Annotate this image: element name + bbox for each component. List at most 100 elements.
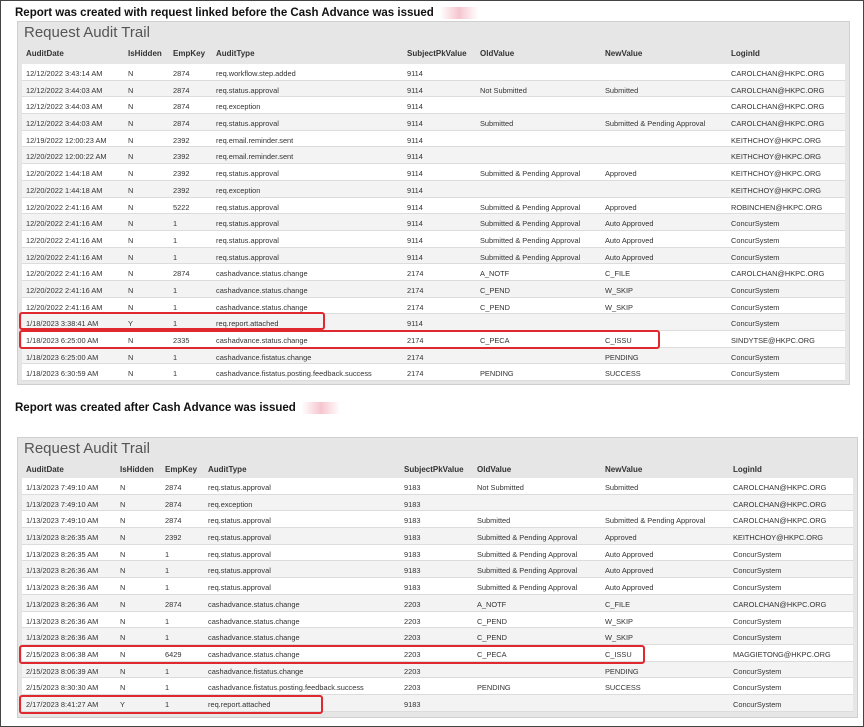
cell-empkey: 1 (165, 616, 170, 626)
table-row[interactable]: 2/15/2023 8:06:38 AM N 6429 cashadvance.sta… (22, 644, 853, 662)
table-row[interactable]: 12/20/2022 2:41:16 AM N 2874 cashadvance.st… (22, 264, 845, 281)
cell-oldvalue: C_PECA (480, 336, 510, 345)
table-row[interactable]: 12/12/2022 3:44:03 AM N 2874 req.exception 9… (22, 97, 845, 115)
table-row[interactable]: 1/13/2023 8:26:36 AM N 1 req.status.approva… (22, 561, 853, 579)
cell-subjectpk: 9114 (407, 69, 423, 78)
cell-newvalue: W_SKIP (605, 302, 633, 312)
table-row[interactable]: 1/13/2023 8:26:36 AM N 1 cashadvance.status… (22, 628, 853, 645)
cell-oldvalue: C_PEND (480, 285, 510, 295)
cell-empkey: 2874 (165, 483, 182, 492)
col-auditdate[interactable]: AuditDate (26, 465, 64, 474)
cell-loginid: ConcurSystem (733, 566, 782, 576)
table-row[interactable]: 12/20/2022 2:41:16 AM N 1 cashadvance.statu… (22, 297, 845, 315)
cell-subjectpk: 9114 (407, 185, 423, 195)
table-row[interactable]: 12/20/2022 2:41:16 AM N 1 req.status.approv… (22, 214, 845, 231)
cell-loginid: ConcurSystem (731, 219, 780, 229)
cell-auditdate: 1/18/2023 3:38:41 AM (26, 319, 99, 329)
table-row[interactable]: 1/13/2023 7:49:10 AM N 2874 req.status.appr… (22, 511, 853, 529)
table-row[interactable]: 1/13/2023 8:26:36 AM N 1 cashadvance.status… (22, 611, 853, 629)
cell-audittype: req.status.approval (208, 583, 271, 593)
cell-empkey: 2392 (173, 185, 190, 195)
cell-oldvalue: Not Submitted (480, 85, 527, 95)
cell-oldvalue: Submitted (480, 119, 514, 129)
heading-text: Report was created after Cash Advance wa… (15, 402, 296, 415)
cell-ishidden: Y (120, 699, 125, 709)
table-row[interactable]: 2/15/2023 8:06:39 AM N 1 cashadvance.fistat… (22, 661, 853, 679)
col-empkey[interactable]: EmpKey (165, 465, 197, 474)
col-audittype[interactable]: AuditType (216, 49, 255, 58)
cell-oldvalue: C_PECA (477, 649, 507, 659)
col-audittype[interactable]: AuditType (208, 465, 247, 474)
heading-text: Report was created with request linked b… (15, 7, 434, 20)
cell-loginid: ConcurSystem (733, 633, 782, 643)
cell-subjectpk: 2174 (407, 352, 424, 362)
cell-audittype: req.status.approval (216, 235, 279, 245)
table-row[interactable]: 12/20/2022 12:00:22 AM N 2392 req.email.rem… (22, 147, 845, 165)
cell-newvalue: C_ISSU (605, 649, 632, 659)
table-row[interactable]: 1/13/2023 7:49:10 AM N 2874 req.exception 91… (22, 494, 853, 512)
col-auditdate[interactable]: AuditDate (26, 49, 64, 58)
cell-audittype: cashadvance.status.change (216, 302, 308, 312)
cell-subjectpk: 9114 (407, 102, 423, 112)
cell-oldvalue: C_PEND (477, 616, 507, 626)
cell-auditdate: 1/13/2023 8:26:36 AM (26, 599, 99, 609)
table-row[interactable]: 1/18/2023 6:30:59 AM N 1 cashadvance.fistat… (22, 364, 845, 382)
cell-empkey: 2392 (173, 169, 190, 179)
table-row[interactable]: 12/20/2022 2:41:16 AM N 5222 req.status.app… (22, 197, 845, 215)
cell-empkey: 1 (173, 285, 178, 295)
table-row[interactable]: 12/20/2022 2:41:16 AM N 1 req.status.approv… (22, 247, 845, 265)
table-row[interactable]: 1/13/2023 8:26:36 AM N 2874 cashadvance.sta… (22, 594, 853, 612)
cell-subjectpk: 9183 (404, 549, 421, 559)
cell-audittype: req.exception (208, 499, 253, 509)
table-row[interactable]: 1/18/2023 6:25:00 AM N 2335 cashadvance.sta… (22, 331, 845, 348)
table-row[interactable]: 12/20/2022 1:44:18 AM N 2392 req.status.app… (22, 164, 845, 181)
table-row[interactable]: 1/13/2023 8:26:35 AM N 2392 req.status.appr… (22, 528, 853, 545)
cell-loginid: KEITHCHOY@HKPC.ORG (731, 152, 822, 162)
cell-auditdate: 1/13/2023 8:26:36 AM (26, 616, 99, 626)
cell-subjectpk: 2203 (404, 633, 421, 643)
cell-newvalue: SUCCESS (605, 369, 641, 379)
col-oldvalue[interactable]: OldValue (477, 465, 511, 474)
cell-auditdate: 2/15/2023 8:06:38 AM (26, 649, 99, 659)
col-newvalue[interactable]: NewValue (605, 465, 642, 474)
col-subjectpk[interactable]: SubjectPkValue (404, 465, 464, 474)
table-row[interactable]: 12/20/2022 2:41:16 AM N 1 req.status.approv… (22, 230, 845, 248)
table-row[interactable]: 1/13/2023 8:26:36 AM N 1 req.status.approva… (22, 578, 853, 595)
col-ishidden[interactable]: IsHidden (128, 49, 162, 58)
table-row[interactable]: 12/19/2022 12:00:23 AM N 2392 req.email.rem… (22, 130, 845, 148)
cell-ishidden: N (128, 252, 134, 262)
table-row[interactable]: 12/12/2022 3:44:03 AM N 2874 req.status.app… (22, 114, 845, 131)
col-newvalue[interactable]: NewValue (605, 49, 642, 58)
table-row[interactable]: 12/12/2022 3:44:03 AM N 2874 req.status.app… (22, 80, 845, 98)
table-row[interactable]: 12/20/2022 1:44:18 AM N 2392 req.exception 9… (22, 180, 845, 198)
table-row[interactable]: 12/20/2022 2:41:16 AM N 1 cashadvance.statu… (22, 280, 845, 298)
col-loginid[interactable]: LoginId (731, 49, 760, 58)
cell-audittype: cashadvance.fistatus.posting.feedback.su… (216, 369, 372, 379)
cell-loginid: CAROLCHAN@HKPC.ORG (731, 269, 825, 279)
col-oldvalue[interactable]: OldValue (480, 49, 514, 58)
table-row[interactable]: 2/17/2023 8:41:27 AM Y 1 req.report.attache… (22, 694, 853, 712)
cell-subjectpk: 9183 (404, 483, 421, 492)
cell-empkey: 1 (173, 252, 178, 262)
cell-audittype: req.status.approval (216, 202, 279, 212)
cell-loginid: SINDYTSE@HKPC.ORG (731, 336, 815, 345)
cell-subjectpk: 2203 (404, 683, 421, 693)
cell-audittype: req.report.attached (208, 699, 271, 709)
cell-audittype: req.email.reminder.sent (216, 135, 294, 145)
cell-ishidden: N (128, 369, 134, 379)
table-row[interactable]: 1/18/2023 6:25:00 AM N 1 cashadvance.fistat… (22, 347, 845, 365)
table-row[interactable]: 1/13/2023 8:26:35 AM N 1 req.status.approva… (22, 544, 853, 562)
col-subjectpk[interactable]: SubjectPkValue (407, 49, 467, 58)
cell-loginid: CAROLCHAN@HKPC.ORG (733, 599, 827, 609)
cell-loginid: KEITHCHOY@HKPC.ORG (733, 533, 824, 543)
col-ishidden[interactable]: IsHidden (120, 465, 154, 474)
cell-loginid: ConcurSystem (733, 616, 782, 626)
table-row[interactable]: 2/15/2023 8:30:30 AM N 1 cashadvance.fistat… (22, 678, 853, 695)
cell-ishidden: N (120, 583, 126, 593)
table-row[interactable]: 12/12/2022 3:43:14 AM N 2874 req.workflow.s… (22, 64, 845, 81)
table-row[interactable]: 1/13/2023 7:49:10 AM N 2874 req.status.appr… (22, 478, 853, 495)
table-row[interactable]: 1/18/2023 3:38:41 AM Y 1 req.report.attache… (22, 314, 845, 331)
col-loginid[interactable]: LoginId (733, 465, 762, 474)
col-empkey[interactable]: EmpKey (173, 49, 205, 58)
cell-subjectpk: 9114 (407, 202, 423, 212)
